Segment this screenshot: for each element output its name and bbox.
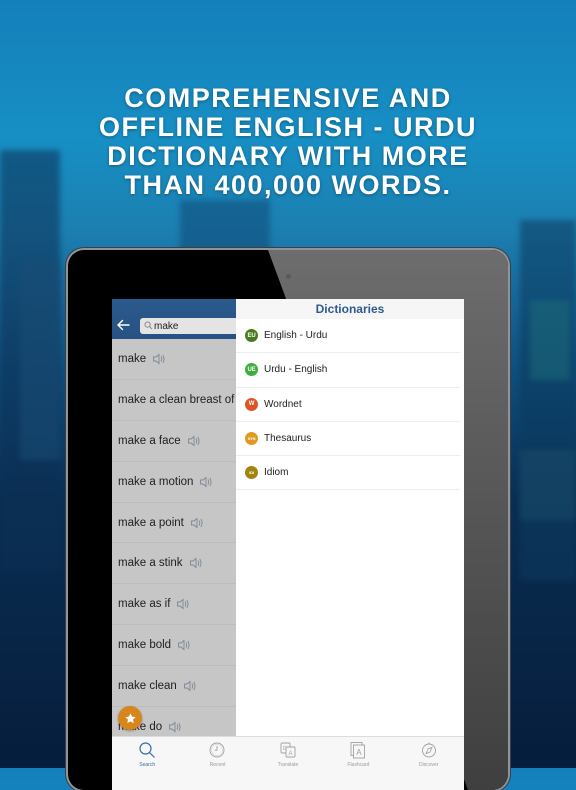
dictionaries-list: EU English - Urdu UE Urdu - English W Wo… [236, 319, 464, 491]
word-list: make make a clean breast of make a face … [112, 339, 236, 736]
search-icon [139, 742, 155, 758]
tab-label: Recent [209, 762, 226, 768]
word-text: make bold [118, 639, 172, 652]
word-text: make a clean breast of [118, 393, 235, 406]
flashcard-icon: A [350, 742, 366, 759]
dictionary-badge-icon: UE [245, 363, 258, 377]
search-input[interactable] [154, 318, 236, 334]
camera-dot [286, 274, 291, 279]
dictionary-item-thesaurus[interactable]: SYN Thesaurus [236, 422, 460, 457]
svg-text:D: D [283, 746, 287, 752]
word-text: make clean [118, 680, 177, 693]
dictionary-item-english-urdu[interactable]: EU English - Urdu [236, 319, 460, 354]
dictionary-badge-icon: W [245, 397, 258, 411]
star-icon [124, 712, 136, 723]
tab-label: Translate [277, 762, 299, 768]
speaker-icon[interactable] [189, 557, 203, 569]
speaker-icon[interactable] [152, 353, 166, 365]
speaker-icon[interactable] [199, 476, 213, 488]
tab-flashcard[interactable]: A Flashcard [323, 737, 393, 790]
dictionary-label: Idiom [264, 467, 289, 479]
word-list-item[interactable]: make a motion [112, 462, 236, 503]
arrow-left-icon[interactable] [116, 319, 130, 331]
dictionary-item-idiom[interactable]: IDI Idiom [236, 456, 460, 491]
word-list-item[interactable]: make a face [112, 421, 236, 462]
headline: COMPREHENSIVE AND OFFLINE ENGLISH - URDU… [0, 84, 576, 200]
dictionaries-pane: Dictionaries EU English - Urdu UE Urdu -… [236, 299, 464, 736]
magnifier-icon [144, 321, 153, 330]
dictionary-label: Urdu - English [264, 364, 328, 376]
clock-icon [209, 742, 225, 758]
translate-icon: D A [280, 742, 296, 758]
word-text: make as if [118, 598, 171, 611]
speaker-icon[interactable] [183, 680, 197, 692]
tab-label: Discover [419, 762, 439, 768]
dictionary-badge-icon: EU [245, 329, 258, 343]
headline-line: OFFLINE ENGLISH - URDU [99, 112, 477, 142]
compass-icon [421, 742, 436, 758]
tab-translate[interactable]: D A Translate [253, 737, 323, 790]
word-list-item[interactable]: make a point [112, 503, 236, 544]
speaker-icon[interactable] [176, 598, 190, 610]
dictionary-item-wordnet[interactable]: W Wordnet [236, 388, 460, 422]
search-header [112, 299, 236, 339]
dictionaries-title: Dictionaries [236, 299, 464, 319]
favorite-button[interactable] [118, 706, 142, 730]
word-list-item[interactable]: make bold [112, 625, 236, 667]
speaker-icon[interactable] [177, 639, 191, 651]
word-text: make [118, 352, 147, 365]
speaker-icon[interactable] [187, 435, 201, 447]
word-list-item[interactable]: make [112, 339, 236, 380]
app-screen: make make a clean breast of make a face … [112, 299, 464, 790]
dictionary-badge-icon: SYN [245, 432, 258, 446]
dictionary-badge-icon: IDI [245, 466, 258, 480]
word-text: make a motion [118, 475, 194, 488]
speaker-icon[interactable] [168, 721, 182, 733]
word-text: make a face [118, 434, 181, 447]
tab-discover[interactable]: Discover [394, 737, 464, 790]
tab-search[interactable]: Search [112, 737, 182, 790]
tab-label: Search [139, 762, 156, 768]
word-text: make a stink [118, 557, 183, 570]
headline-line: DICTIONARY WITH MORE [107, 141, 469, 171]
word-list-item[interactable]: make clean [112, 666, 236, 708]
tab-label: Flashcard [347, 762, 370, 768]
word-list-pane: make make a clean breast of make a face … [112, 299, 236, 736]
dictionary-label: English - Urdu [264, 330, 328, 342]
dictionary-label: Wordnet [264, 398, 302, 410]
tab-recent[interactable]: Recent [182, 737, 252, 790]
word-list-item[interactable]: make as if [112, 584, 236, 626]
tab-bar: Search Recent D A Translate A Flashcard … [112, 736, 464, 790]
dictionary-label: Thesaurus [264, 433, 312, 445]
word-list-item[interactable]: make a clean breast of [112, 380, 236, 421]
word-text: make a point [118, 516, 184, 529]
tablet-device: make make a clean breast of make a face … [68, 250, 508, 790]
search-box[interactable] [140, 318, 236, 334]
svg-text:A: A [356, 748, 362, 757]
svg-text:A: A [288, 751, 292, 757]
word-list-item[interactable]: make a stink [112, 543, 236, 585]
headline-line: COMPREHENSIVE AND [124, 83, 452, 113]
headline-line: THAN 400,000 WORDS. [124, 170, 452, 200]
dictionary-item-urdu-english[interactable]: UE Urdu - English [236, 353, 460, 388]
speaker-icon[interactable] [190, 517, 204, 529]
